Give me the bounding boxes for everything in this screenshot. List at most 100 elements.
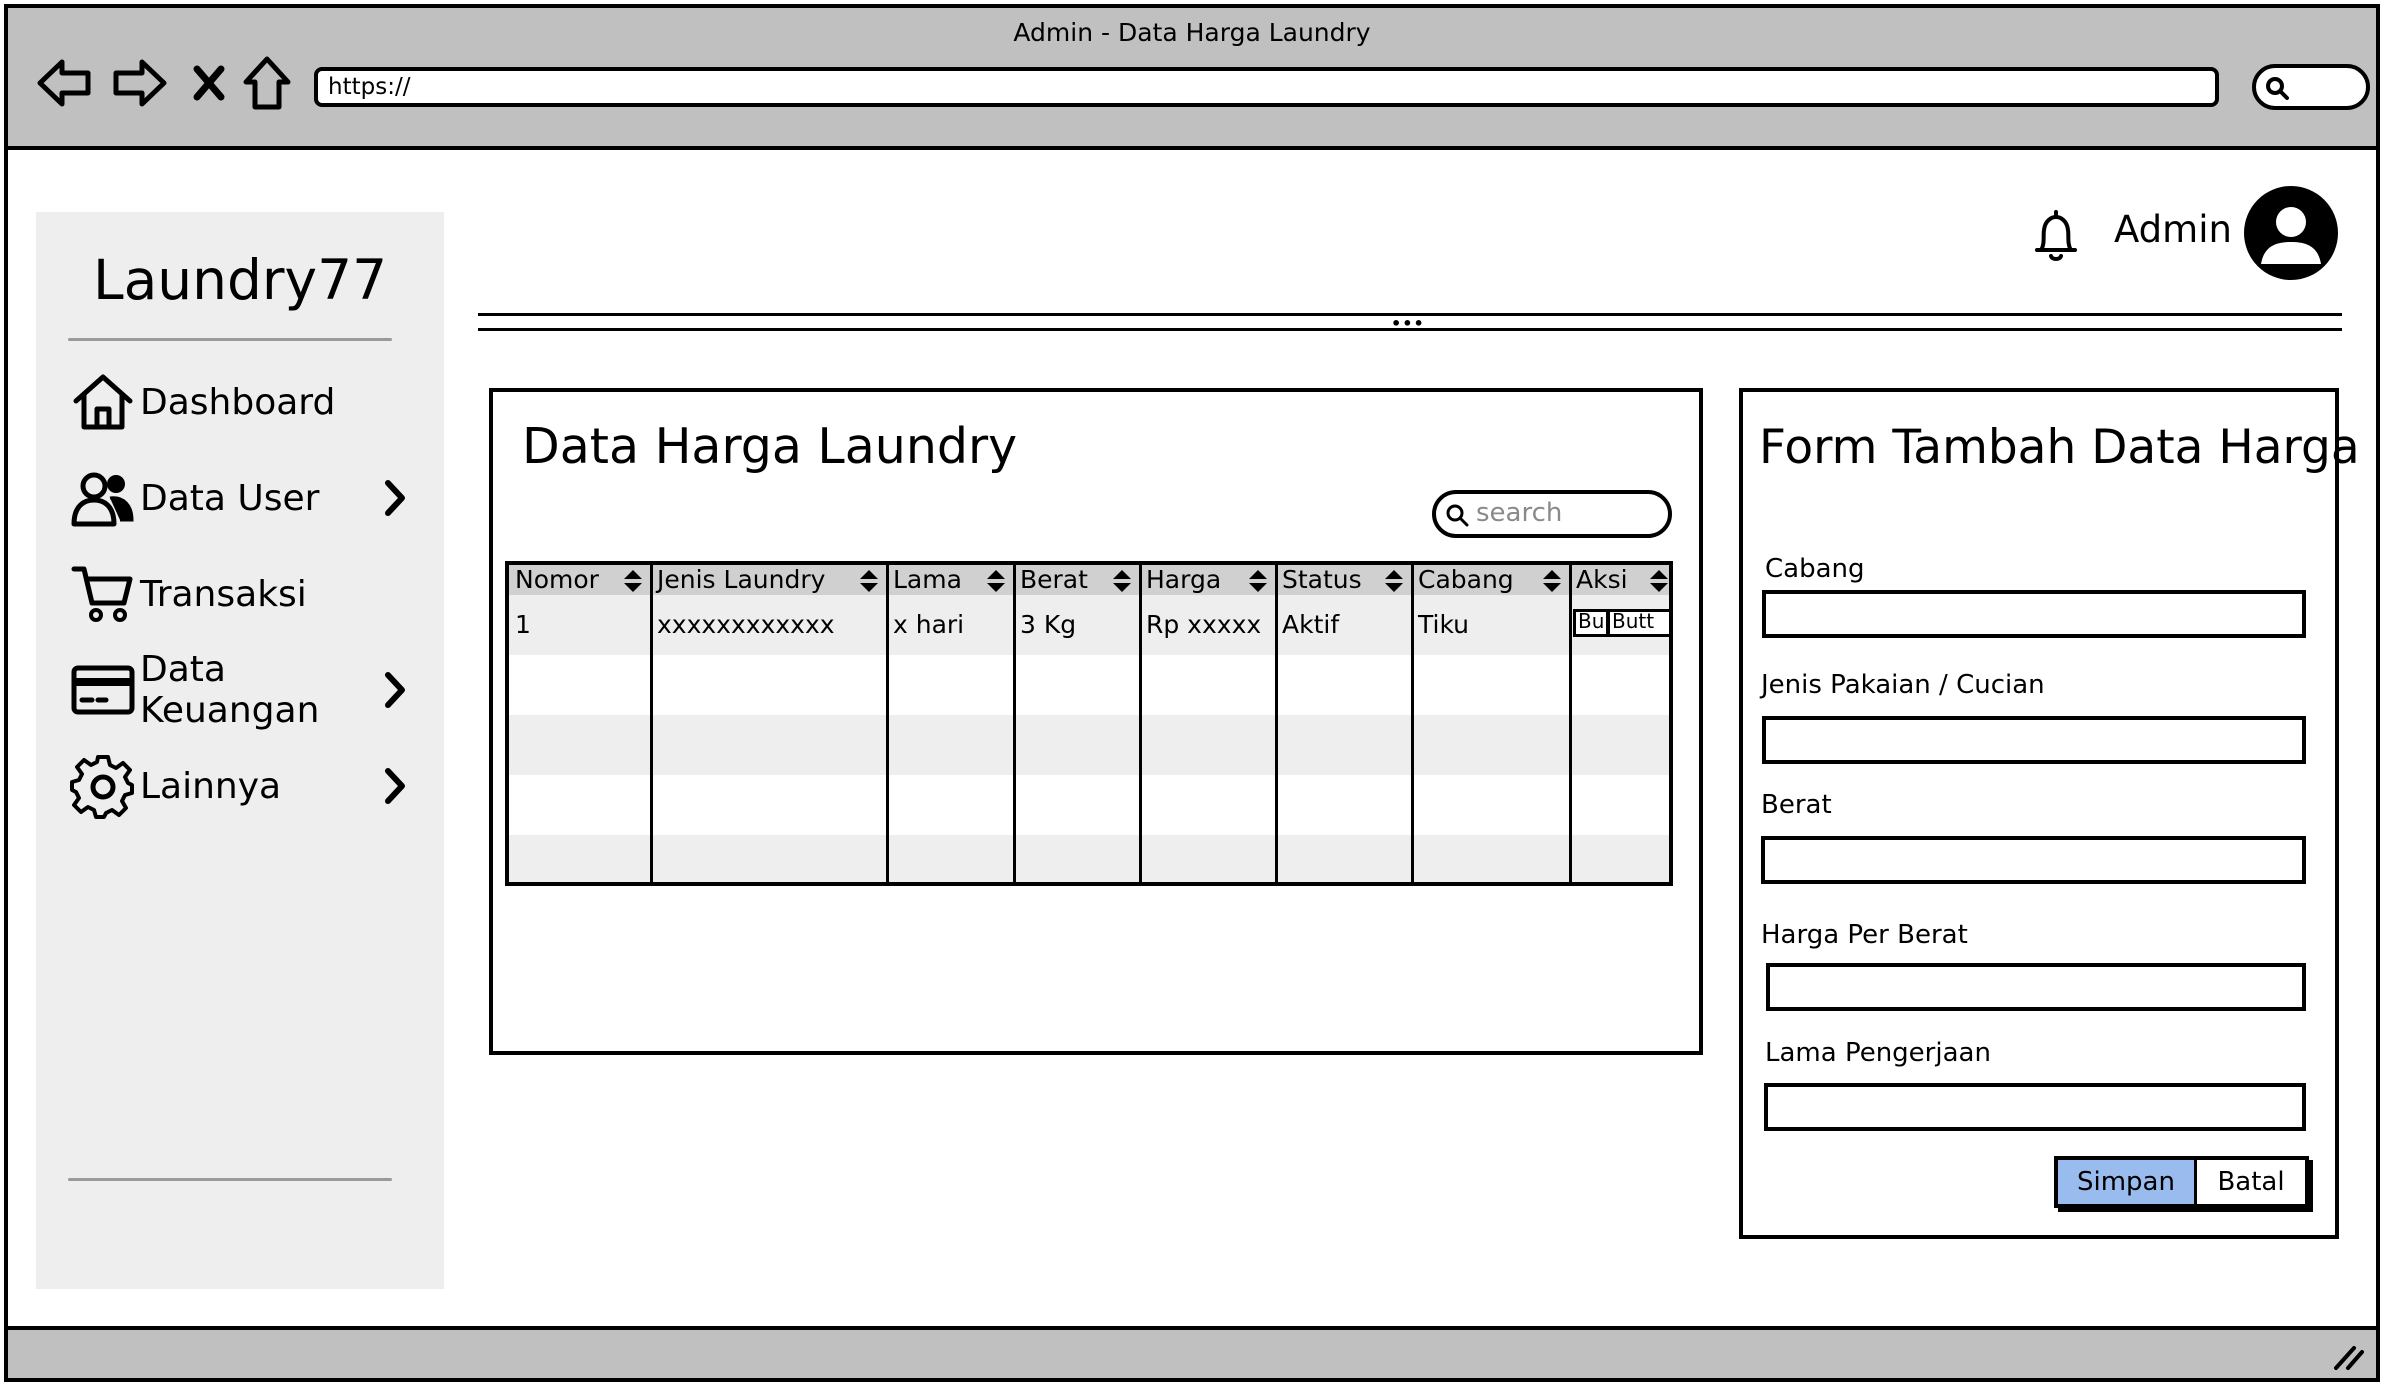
column-header-label: Lama xyxy=(893,565,962,594)
edit-button[interactable]: Bu xyxy=(1573,609,1609,637)
sidebar-item-data-user[interactable]: Data User xyxy=(68,463,413,533)
sidebar-divider xyxy=(68,338,392,341)
field-label-lama-pengerjaan: Lama Pengerjaan xyxy=(1765,1038,1991,1068)
column-header-label: Status xyxy=(1282,565,1362,594)
column-header-label: Berat xyxy=(1020,565,1088,594)
sidebar-item-label: Data Keuangan xyxy=(140,649,320,731)
form-button-group: Simpan Batal xyxy=(2054,1156,2309,1208)
jenis-pakaian-field[interactable] xyxy=(1762,716,2306,764)
column-divider xyxy=(886,565,889,882)
column-divider xyxy=(1013,565,1016,882)
sidebar-item-data-keuangan[interactable]: Data Keuangan xyxy=(68,649,413,731)
field-label-berat: Berat xyxy=(1761,790,1832,820)
column-divider xyxy=(1139,565,1142,882)
table-row xyxy=(509,655,1669,715)
cell-harga: Rp xxxxx xyxy=(1146,610,1262,639)
cell-jenis-laundry: xxxxxxxxxxxx xyxy=(657,610,835,639)
harga-per-berat-field[interactable] xyxy=(1766,963,2306,1011)
back-button[interactable] xyxy=(34,52,96,114)
resize-grip-icon[interactable] xyxy=(2332,1342,2366,1372)
table-row xyxy=(509,835,1669,882)
column-header-jenis-laundry[interactable]: Jenis Laundry xyxy=(651,565,887,595)
sort-icon xyxy=(1249,570,1267,592)
browser-search[interactable] xyxy=(2252,64,2370,110)
cart-icon xyxy=(68,559,138,629)
lama-pengerjaan-field[interactable] xyxy=(1764,1083,2306,1131)
sidebar-item-lainnya[interactable]: Lainnya xyxy=(68,751,413,821)
berat-field[interactable] xyxy=(1761,836,2306,884)
field-label-harga-per-berat: Harga Per Berat xyxy=(1761,920,1968,950)
sort-icon xyxy=(624,570,642,592)
column-header-cabang[interactable]: Cabang xyxy=(1412,565,1570,595)
cancel-button[interactable]: Batal xyxy=(2197,1160,2305,1204)
arrow-left-icon xyxy=(37,59,91,107)
sidebar-item-dashboard[interactable]: Dashboard xyxy=(68,367,413,437)
sort-icon xyxy=(1543,570,1561,592)
sort-icon xyxy=(1650,570,1668,592)
cell-cabang: Tiku xyxy=(1418,610,1470,639)
sort-icon xyxy=(987,570,1005,592)
column-header-nomor[interactable]: Nomor xyxy=(509,565,651,595)
save-button[interactable]: Simpan xyxy=(2058,1160,2197,1204)
cell-lama: x hari xyxy=(893,610,965,639)
credit-card-icon xyxy=(68,655,138,725)
sidebar-item-label: Data User xyxy=(140,477,320,519)
sort-icon xyxy=(860,570,878,592)
sidebar-divider xyxy=(68,1178,392,1181)
search-icon xyxy=(1446,504,1469,527)
column-header-label: Jenis Laundry xyxy=(657,565,826,594)
sidebar: Laundry77 Dashboard Data User Transaksi … xyxy=(36,212,444,1289)
brand-logo: Laundry77 xyxy=(92,248,388,312)
table-row xyxy=(509,775,1669,835)
delete-button[interactable]: Butt xyxy=(1607,609,1669,637)
column-header-harga[interactable]: Harga xyxy=(1140,565,1276,595)
column-divider xyxy=(650,565,653,882)
sort-icon xyxy=(1385,570,1403,592)
field-label-cabang: Cabang xyxy=(1765,554,1865,584)
cabang-field[interactable] xyxy=(1762,590,2306,638)
forward-button[interactable] xyxy=(108,52,170,114)
users-icon xyxy=(68,463,138,533)
column-header-label: Cabang xyxy=(1418,565,1514,594)
field-label-jenis-pakaian: Jenis Pakaian / Cucian xyxy=(1761,670,2045,700)
column-header-status[interactable]: Status xyxy=(1276,565,1412,595)
browser-statusbar xyxy=(8,1326,2376,1378)
column-header-lama[interactable]: Lama xyxy=(887,565,1014,595)
column-divider xyxy=(1275,565,1278,882)
browser-toolbar: Admin - Data Harga Laundry https:// xyxy=(8,8,2376,150)
home-button[interactable] xyxy=(236,52,298,114)
browser-window: Admin - Data Harga Laundry https:// Laun… xyxy=(4,4,2380,1382)
sidebar-item-label: Lainnya xyxy=(140,765,282,807)
form-title: Form Tambah Data Harga xyxy=(1759,420,2360,475)
sidebar-item-label: Transaksi xyxy=(140,573,307,615)
cell-status: Aktif xyxy=(1282,610,1340,639)
close-icon xyxy=(193,65,225,101)
search-icon xyxy=(2266,77,2289,100)
cell-nomor: 1 xyxy=(515,610,531,639)
resize-handle[interactable]: ••• xyxy=(1391,314,1425,333)
column-header-berat[interactable]: Berat xyxy=(1014,565,1140,595)
price-table: Nomor Jenis Laundry Lama Berat Harga Sta… xyxy=(505,561,1673,886)
url-input[interactable]: https:// xyxy=(314,67,2219,107)
column-divider xyxy=(1569,565,1572,882)
column-header-label: Aksi xyxy=(1576,565,1628,594)
cell-berat: 3 Kg xyxy=(1020,610,1077,639)
sidebar-item-label: Dashboard xyxy=(140,381,336,423)
table-row xyxy=(509,715,1669,775)
avatar[interactable] xyxy=(2242,184,2340,282)
user-name[interactable]: Admin xyxy=(2114,208,2232,251)
column-header-label: Nomor xyxy=(515,565,599,594)
table-header-row: Nomor Jenis Laundry Lama Berat Harga Sta… xyxy=(509,565,1669,595)
sidebar-item-transaksi[interactable]: Transaksi xyxy=(68,559,413,629)
column-divider xyxy=(1411,565,1414,882)
home-outline-icon xyxy=(243,56,291,110)
column-header-aksi[interactable]: Aksi xyxy=(1570,565,1669,595)
table-search-input[interactable]: search xyxy=(1432,490,1672,538)
column-header-label: Harga xyxy=(1146,565,1222,594)
chevron-right-icon xyxy=(377,473,413,523)
bell-icon xyxy=(2035,210,2077,261)
chevron-right-icon xyxy=(377,665,413,715)
window-title: Admin - Data Harga Laundry xyxy=(1013,18,1371,47)
stop-button[interactable] xyxy=(178,52,240,114)
notification-button[interactable] xyxy=(2031,208,2081,268)
